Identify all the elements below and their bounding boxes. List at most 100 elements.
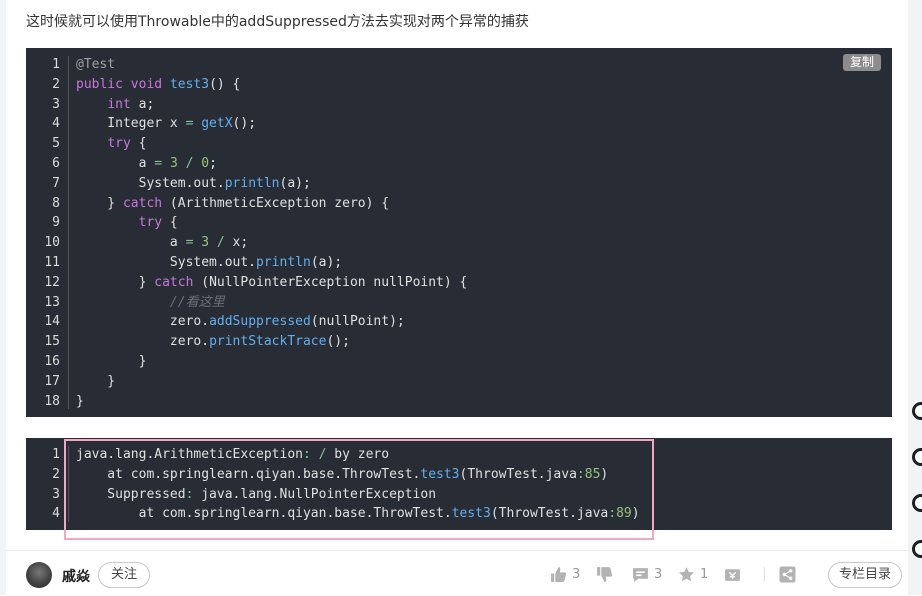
dislike-button[interactable] (596, 564, 613, 584)
code-line: } catch (NullPointerException nullPoint)… (76, 273, 882, 293)
gutter-divider (68, 446, 69, 522)
code-line: Integer x = getX(); (76, 114, 882, 134)
code-token: : (608, 506, 617, 522)
code-token: //看这里 (169, 294, 225, 310)
line-number: 9 (52, 215, 60, 231)
author-name[interactable]: 戚焱 (62, 566, 90, 586)
code-content[interactable]: @Test public void test3() { int a; Intege… (76, 55, 882, 411)
line-number: 6 (52, 155, 60, 171)
code-line: } (76, 372, 882, 392)
code-token: test3 (169, 76, 210, 92)
line-number: 12 (44, 274, 60, 290)
line-number: 4 (52, 116, 60, 132)
line-number: 5 (52, 136, 60, 152)
collect-button[interactable]: 1 (678, 564, 708, 584)
code-token: ; (209, 155, 217, 171)
code-token: 89 (616, 506, 632, 522)
side-float-icon[interactable] (912, 448, 922, 466)
code-token: (ThrowTest.java (490, 506, 609, 522)
code-token: java.lang.NullPointerException (193, 486, 437, 502)
code-token: 3 (169, 155, 178, 171)
code-token: try (138, 215, 163, 231)
article-page: { "intro_text": "这时候就可以使用Throwable中的addS… (0, 0, 922, 596)
side-float-icon[interactable] (912, 540, 922, 558)
share-button[interactable] (779, 564, 796, 584)
code-line: } (76, 392, 882, 412)
comment-icon (633, 567, 648, 582)
code-line: } catch (ArithmeticException zero) { (76, 194, 882, 214)
thumbs-down-icon (597, 566, 613, 582)
reward-icon (725, 568, 740, 581)
reward-button[interactable] (724, 564, 741, 584)
star-icon (679, 566, 694, 581)
collect-count: 1 (700, 566, 709, 582)
page-left-edge (0, 0, 6, 595)
code-token: } (76, 195, 123, 211)
code-token: @Test (76, 57, 116, 72)
code-token: { (130, 136, 147, 152)
code-line: zero.addSuppressed(nullPoint); (76, 312, 882, 332)
column-catalog-button[interactable]: 专栏目录 (827, 562, 902, 588)
side-float-icon[interactable] (912, 402, 922, 420)
code-token: test3 (420, 466, 460, 482)
code-token: println (224, 175, 280, 191)
code-content[interactable]: java.lang.ArithmeticException: / by zero… (76, 445, 882, 524)
code-token: ) (631, 506, 640, 522)
code-token: / (216, 235, 225, 251)
line-number: 3 (52, 96, 60, 112)
code-line: a = 3 / x; (76, 233, 882, 253)
comment-button[interactable]: 3 (632, 564, 662, 584)
code-token: at com.springlearn.qiyan.base.ThrowTest. (76, 466, 421, 482)
line-number: 11 (44, 254, 60, 270)
line-number: 14 (44, 314, 60, 330)
code-token: public (76, 76, 123, 92)
side-float-icon[interactable] (912, 494, 922, 512)
code-token: { (162, 215, 178, 231)
avatar[interactable] (26, 562, 52, 588)
code-line: System.out.println(a); (76, 253, 882, 273)
line-number: 16 (44, 353, 60, 369)
code-token: int (107, 96, 131, 112)
code-token: test3 (451, 506, 491, 522)
toolbar-divider (764, 567, 765, 581)
gutter-divider (68, 56, 69, 409)
line-number: 1 (52, 447, 60, 462)
code-line: int a; (76, 95, 882, 115)
code-token: a; (130, 96, 155, 112)
code-token: catch (154, 274, 194, 290)
intro-paragraph: 这时候就可以使用Throwable中的addSuppressed方法去实现对两个… (26, 14, 529, 30)
line-number: 7 (52, 175, 60, 191)
line-number: 17 (44, 373, 60, 389)
code-token: a (76, 155, 155, 171)
code-token: (); (232, 116, 257, 132)
code-token: } (76, 353, 147, 369)
line-number: 4 (52, 506, 60, 522)
code-token: Suppressed (76, 486, 186, 502)
code-token: at com.springlearn.qiyan.base.ThrowTest. (76, 506, 452, 522)
code-line: System.out.println(a); (76, 174, 882, 194)
code-line: zero.printStackTrace(); (76, 332, 882, 352)
code-token: ) (600, 466, 609, 482)
share-icon (779, 566, 796, 582)
code-token: (nullPoint); (310, 314, 405, 330)
line-number: 3 (52, 486, 60, 502)
code-token: 0 (201, 155, 210, 171)
line-number: 10 (44, 235, 60, 251)
follow-button[interactable]: 关注 (98, 562, 151, 588)
code-token: printStackTrace (209, 334, 327, 350)
like-count: 3 (572, 566, 581, 582)
code-token: Integer x (76, 116, 186, 132)
code-line: java.lang.ArithmeticException: / by zero (76, 445, 882, 465)
code-token: addSuppressed (209, 314, 311, 330)
code-token: System.out. (76, 175, 225, 191)
code-token: x; (224, 235, 249, 251)
copy-button[interactable]: 复制 (842, 54, 881, 71)
like-button[interactable]: 3 (550, 564, 580, 584)
line-number: 1 (52, 57, 60, 72)
